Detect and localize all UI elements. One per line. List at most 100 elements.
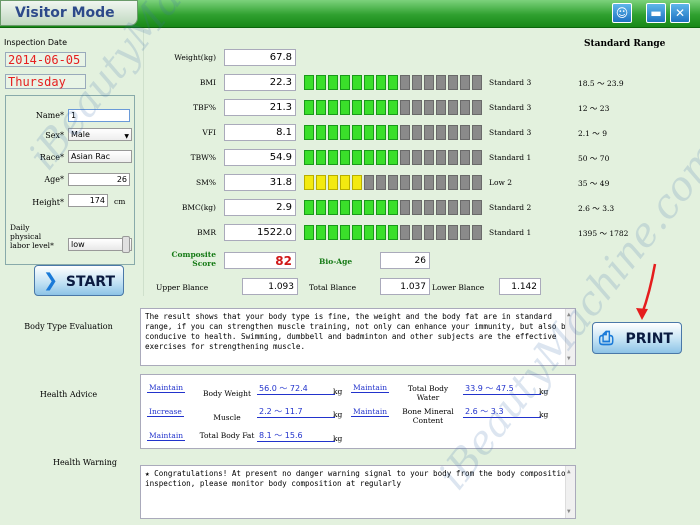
meter-segment [352, 150, 362, 165]
meter-segment [448, 75, 458, 90]
meter-segment [328, 175, 338, 190]
meter-segment [436, 100, 446, 115]
lower-balance-label: Lower Blance [432, 283, 485, 292]
metric-standard-range: 35 ～ 49 [578, 179, 610, 188]
warning-scrollbar[interactable]: ▲ ▼ [565, 466, 575, 518]
metric-value: 54.9 [224, 149, 296, 166]
height-unit: cm [114, 197, 126, 206]
age-input[interactable]: 26 [68, 173, 130, 186]
meter-segment [472, 150, 482, 165]
metric-label: VFI [202, 128, 216, 137]
lower-balance-value: 1.142 [499, 278, 541, 295]
total-balance-label: Total Blance [309, 283, 357, 292]
meter-segment [316, 225, 326, 240]
meter-segment [316, 175, 326, 190]
meter-segment [352, 175, 362, 190]
body-type-evaluation-label: Body Type Evaluation [24, 322, 113, 331]
slider-handle[interactable] [122, 236, 130, 253]
meter-segment [460, 175, 470, 190]
total-balance-value: 1.037 [380, 278, 430, 295]
advice-range: 2.2 ～ 11.7 [257, 406, 335, 418]
user-icon[interactable]: ☺ [612, 3, 632, 23]
meter-segment [424, 150, 434, 165]
minimize-icon[interactable]: ▬ [646, 3, 666, 23]
start-button[interactable]: ❯ START [34, 265, 124, 296]
meter-segment [328, 225, 338, 240]
meter-segment [448, 225, 458, 240]
advice-unit: kg [333, 387, 343, 396]
metric-standard-range: 12 ～ 23 [578, 104, 610, 113]
close-icon[interactable]: ✕ [670, 3, 690, 23]
race-select[interactable]: Asian Rac [68, 150, 132, 163]
metric-label: BMR [197, 228, 216, 237]
visitor-form: Name* 1 Sex* Male ▼ Race* Asian Rac Age* … [5, 95, 135, 265]
height-label: Height* [32, 198, 64, 207]
meter-segment [304, 175, 314, 190]
meter-segment [448, 175, 458, 190]
meter-segment [400, 75, 410, 90]
meter-segment [340, 75, 350, 90]
evaluation-scrollbar[interactable]: ▲ ▼ [565, 309, 575, 365]
advice-action: Maintain [351, 383, 390, 393]
race-label: Race* [39, 153, 64, 162]
bio-age-label: Bio-Age [319, 257, 353, 266]
meter-segment [400, 125, 410, 140]
meter-segment [316, 125, 326, 140]
meter-segment [412, 75, 422, 90]
meter-segment [424, 225, 434, 240]
advice-name: Total Body Fat [199, 431, 255, 440]
meter-segment [364, 150, 374, 165]
metric-value: 22.3 [224, 74, 296, 91]
advice-action: Maintain [147, 431, 186, 441]
height-input[interactable]: 174 [68, 194, 108, 207]
advice-name: Total Body Water [407, 384, 449, 402]
meter-segment [436, 125, 446, 140]
meter-segment [436, 150, 446, 165]
composite-score-label: Composite Score [171, 250, 216, 268]
metric-label: TBF% [193, 103, 216, 112]
advice-action: Increase [147, 407, 184, 417]
meter-segment [424, 100, 434, 115]
meter-segment [364, 225, 374, 240]
metric-label: BMI [199, 78, 216, 87]
printer-icon: ⎙ [599, 328, 614, 349]
start-button-label: START [65, 274, 115, 290]
print-button[interactable]: ⎙ PRINT [592, 322, 682, 354]
meter-segment [388, 225, 398, 240]
meter-segment [364, 100, 374, 115]
name-input[interactable]: 1 [68, 109, 130, 122]
meter-segment [412, 175, 422, 190]
meter-segment [448, 100, 458, 115]
standard-range-title: Standard Range [584, 39, 666, 49]
sex-select[interactable]: Male ▼ [68, 128, 132, 141]
metric-bar-meter [304, 175, 484, 190]
meter-segment [412, 150, 422, 165]
meter-segment [388, 200, 398, 215]
meter-segment [460, 200, 470, 215]
meter-segment [448, 200, 458, 215]
meter-segment [388, 175, 398, 190]
meter-segment [328, 150, 338, 165]
meter-segment [376, 225, 386, 240]
meter-segment [436, 225, 446, 240]
meter-segment [412, 125, 422, 140]
advice-unit: kg [539, 410, 549, 419]
meter-segment [376, 75, 386, 90]
metric-bar-meter [304, 225, 484, 240]
sex-value: Male [71, 130, 90, 139]
metric-value: 21.3 [224, 99, 296, 116]
meter-segment [472, 200, 482, 215]
labor-level-label: Daily physical labor level* [10, 223, 54, 250]
advice-name: Muscle [213, 413, 241, 422]
meter-segment [304, 225, 314, 240]
evaluation-text: The result shows that your body type is … [145, 312, 571, 351]
meter-segment [412, 225, 422, 240]
labor-level-slider[interactable]: low [68, 236, 132, 253]
meter-segment [388, 75, 398, 90]
advice-range: 33.9 ～ 47.5 [463, 383, 541, 395]
chevron-down-icon: ▼ [124, 133, 129, 140]
meter-segment [328, 200, 338, 215]
name-label: Name* [35, 111, 64, 120]
meter-segment [424, 75, 434, 90]
advice-name: Body Weight [202, 389, 252, 398]
